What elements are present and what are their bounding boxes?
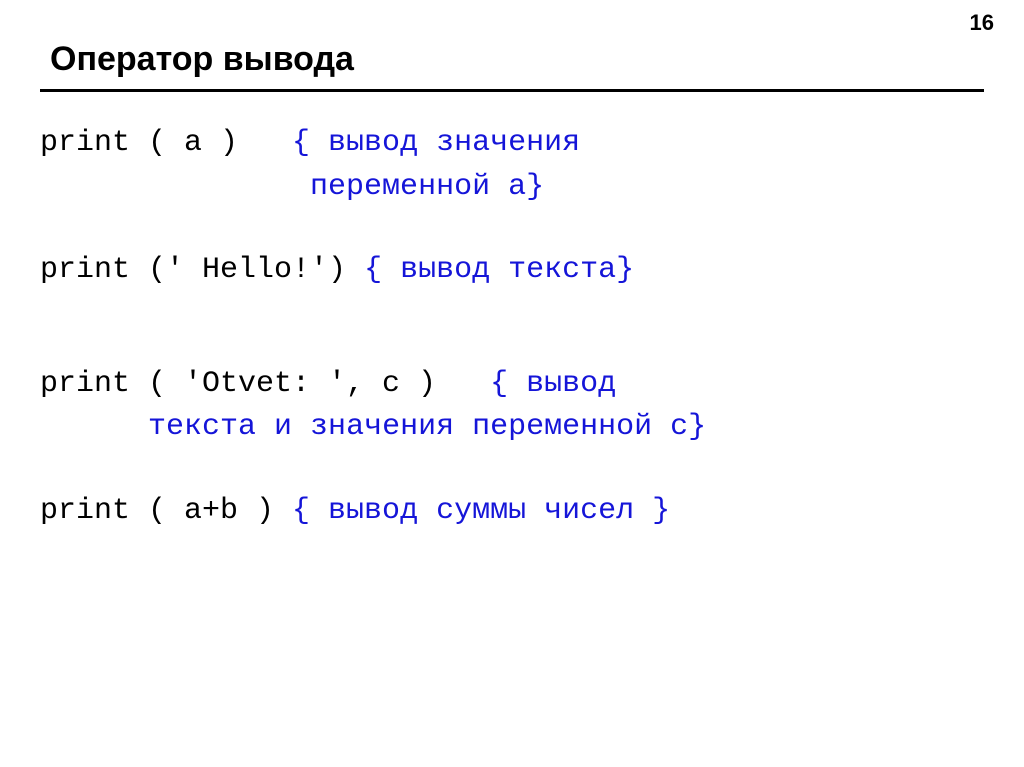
slide-title: Оператор вывода	[40, 40, 984, 79]
comment-text: переменной a}	[310, 170, 544, 204]
comment-text: { вывод суммы чисел }	[292, 494, 670, 528]
comment-text: текста и значения переменной c}	[148, 410, 706, 444]
code-text	[40, 410, 148, 444]
example-2: print (' Hello!') { вывод текста}	[40, 249, 984, 293]
code-text: print (' Hello!')	[40, 253, 364, 287]
example-4: print ( a+b ) { вывод суммы чисел }	[40, 490, 984, 534]
code-text: print ( 'Otvet: ', c )	[40, 367, 490, 401]
code-text: print ( a )	[40, 126, 292, 160]
code-text: print ( a+b )	[40, 494, 292, 528]
example-1: print ( a ) { вывод значения переменной …	[40, 122, 984, 209]
comment-text: { вывод	[490, 367, 616, 401]
page-number: 16	[970, 10, 994, 36]
comment-text: { вывод текста}	[364, 253, 634, 287]
title-divider	[40, 89, 984, 92]
example-3: print ( 'Otvet: ', c ) { вывод текста и …	[40, 363, 984, 450]
comment-text: { вывод значения	[292, 126, 580, 160]
code-text	[40, 170, 310, 204]
